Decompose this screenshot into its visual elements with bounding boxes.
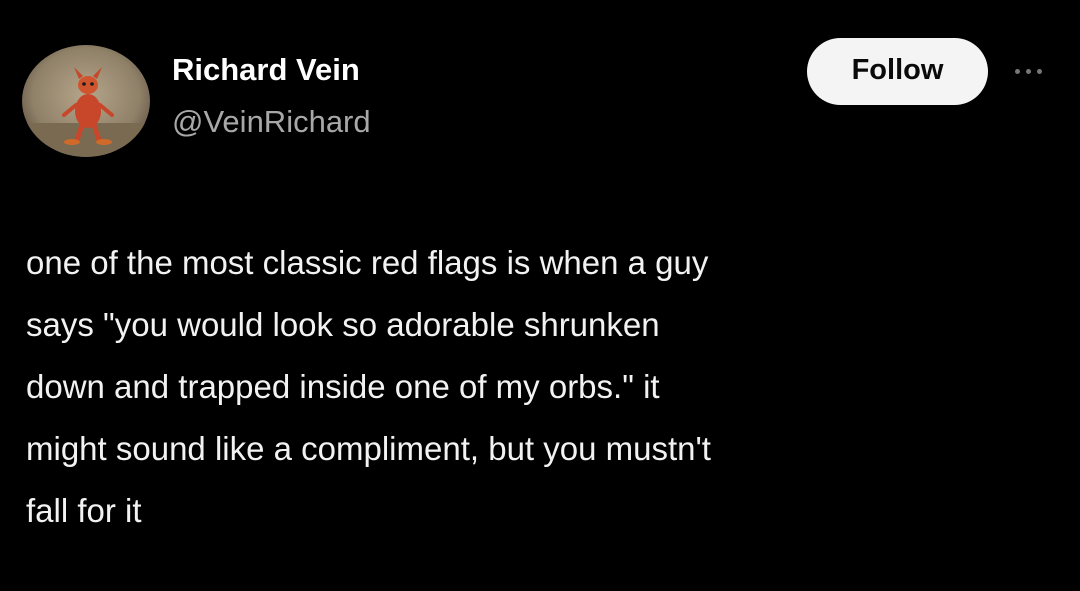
tweet-text-line: one of the most classic red flags is whe… [26,244,709,281]
more-dot [1025,68,1031,74]
tweet-card: Richard Vein @VeinRichard Follow one of … [0,0,1080,591]
tweet-text-line: fall for it [26,492,142,529]
avatar-image [22,45,150,157]
more-dot [1036,68,1042,74]
tweet-text-line: might sound like a compliment, but you m… [26,430,711,467]
more-options-icon[interactable] [1004,56,1052,86]
avatar[interactable] [22,45,150,157]
more-dot [1014,68,1020,74]
tweet-text-line: down and trapped inside one of my orbs."… [26,368,660,405]
display-name[interactable]: Richard Vein [172,52,360,88]
tweet-text-line: says "you would look so adorable shrunke… [26,306,660,343]
follow-button[interactable]: Follow [807,38,988,105]
tweet-text: one of the most classic red flags is whe… [26,232,1056,542]
user-handle[interactable]: @VeinRichard [172,104,371,140]
